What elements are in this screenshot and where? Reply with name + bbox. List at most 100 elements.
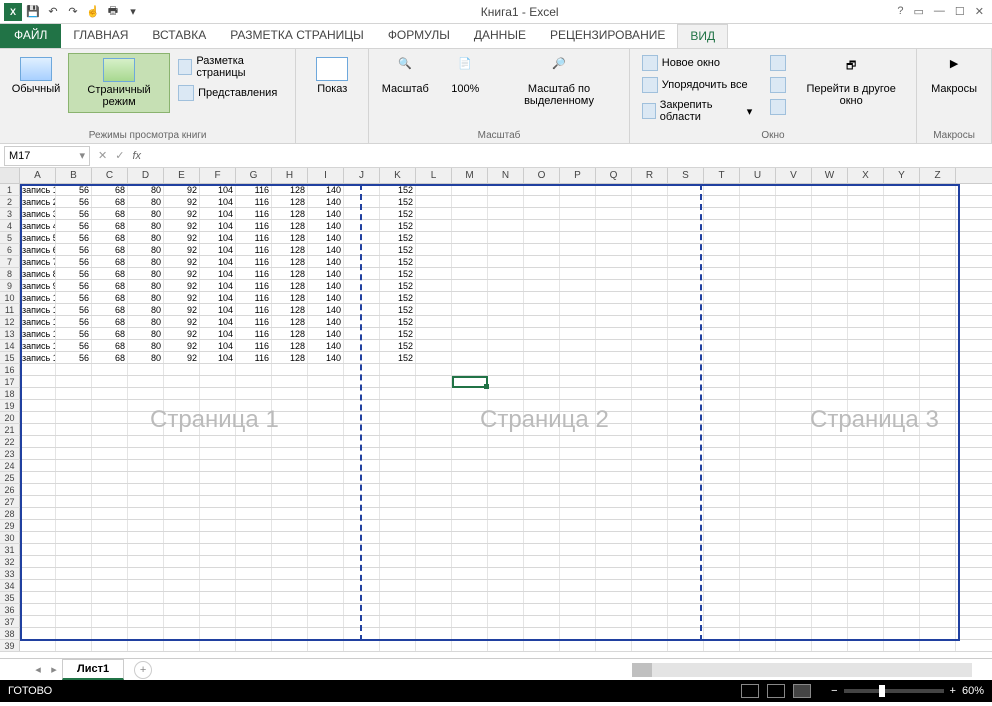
zoom-out-button[interactable]: − [831,685,837,697]
cell[interactable]: 80 [128,304,164,315]
cell[interactable] [524,616,560,627]
col-header-Q[interactable]: Q [596,168,632,183]
cell[interactable] [92,628,128,639]
cell[interactable]: 116 [236,352,272,363]
cell[interactable] [20,436,56,447]
cell[interactable]: 56 [56,304,92,315]
cell[interactable] [668,316,704,327]
cell[interactable] [920,208,956,219]
cell[interactable] [380,628,416,639]
cell[interactable] [164,640,200,651]
cell[interactable] [236,520,272,531]
cell[interactable] [56,508,92,519]
cell[interactable] [524,436,560,447]
cell[interactable] [776,460,812,471]
cell[interactable] [452,628,488,639]
cell[interactable] [416,328,452,339]
cell[interactable] [560,244,596,255]
cell[interactable] [704,460,740,471]
cell[interactable] [632,604,668,615]
cell[interactable] [380,412,416,423]
cell[interactable] [128,364,164,375]
cell[interactable]: 128 [272,292,308,303]
cell[interactable] [560,640,596,651]
cell[interactable] [200,508,236,519]
cell[interactable] [416,388,452,399]
customviews-button[interactable]: Представления [174,83,287,103]
cell[interactable] [668,328,704,339]
cell[interactable] [236,436,272,447]
cell[interactable] [776,592,812,603]
cell[interactable] [776,532,812,543]
row-header[interactable]: 35 [0,592,20,603]
cell[interactable]: запись 6 [20,244,56,255]
table-row[interactable]: 39 [0,640,992,652]
cell[interactable] [92,424,128,435]
cell[interactable] [884,592,920,603]
cell[interactable] [596,472,632,483]
cell[interactable] [920,328,956,339]
col-header-L[interactable]: L [416,168,452,183]
table-row[interactable]: 37 [0,616,992,628]
cell[interactable] [920,616,956,627]
cell[interactable] [488,376,524,387]
cell[interactable]: 80 [128,256,164,267]
cell[interactable] [128,400,164,411]
cell[interactable] [596,184,632,195]
cell[interactable] [596,256,632,267]
cell[interactable] [344,460,380,471]
cell[interactable] [524,520,560,531]
cell[interactable] [740,496,776,507]
cell[interactable]: 140 [308,244,344,255]
minimize-icon[interactable]: — [934,5,945,18]
cell[interactable] [560,280,596,291]
cell[interactable] [884,520,920,531]
cell[interactable] [380,508,416,519]
cell[interactable] [452,208,488,219]
table-row[interactable]: 16 [0,364,992,376]
cell[interactable] [740,412,776,423]
switch-windows-button[interactable]: 🗗Перейти в другое окно [794,53,908,111]
cell[interactable] [452,532,488,543]
cell[interactable]: 128 [272,184,308,195]
cell[interactable]: 56 [56,232,92,243]
cell[interactable] [128,388,164,399]
cell[interactable]: 68 [92,280,128,291]
cell[interactable]: 92 [164,304,200,315]
show-button[interactable]: Показ [304,53,360,99]
cell[interactable] [776,508,812,519]
cell[interactable] [452,496,488,507]
row-header[interactable]: 13 [0,328,20,339]
cell[interactable] [416,184,452,195]
cell[interactable] [92,568,128,579]
cell[interactable]: 68 [92,340,128,351]
cell[interactable]: 92 [164,340,200,351]
cell[interactable] [524,604,560,615]
cell[interactable] [920,376,956,387]
cell[interactable]: 116 [236,292,272,303]
name-box[interactable]: M17▾ [4,146,90,166]
cell[interactable] [812,484,848,495]
cell[interactable] [884,532,920,543]
cell[interactable] [272,496,308,507]
cell[interactable] [920,352,956,363]
cell[interactable] [884,268,920,279]
cell[interactable]: 104 [200,328,236,339]
cell[interactable] [20,364,56,375]
cell[interactable] [380,616,416,627]
row-header[interactable]: 18 [0,388,20,399]
cell[interactable] [20,424,56,435]
table-row[interactable]: 12запись 1256688092104116128140152 [0,316,992,328]
cell[interactable] [488,592,524,603]
cell[interactable] [920,580,956,591]
formula-input[interactable] [149,150,988,162]
cell[interactable] [416,316,452,327]
cell[interactable] [416,412,452,423]
cell[interactable] [308,448,344,459]
cell[interactable] [236,628,272,639]
cell[interactable] [20,448,56,459]
cell[interactable]: 116 [236,280,272,291]
cell[interactable] [524,460,560,471]
cell[interactable] [344,496,380,507]
cell[interactable]: 116 [236,268,272,279]
